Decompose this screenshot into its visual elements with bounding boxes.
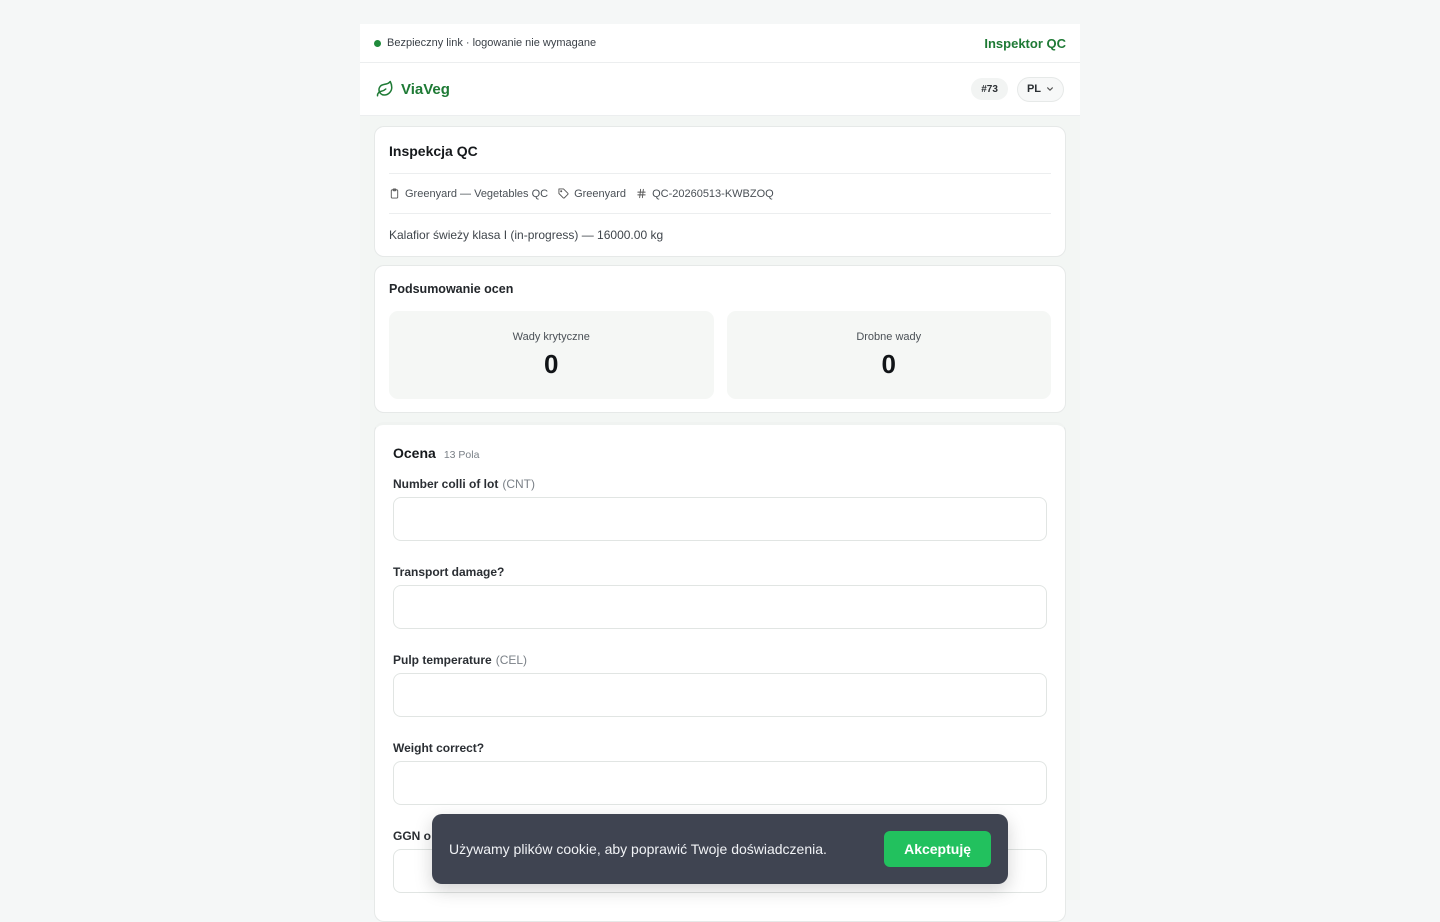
chevron-down-icon (1047, 87, 1053, 91)
clipboard-icon (390, 188, 399, 199)
field-transport-damage: Transport damage? (393, 561, 1047, 629)
user-role: Inspektor QC (984, 35, 1066, 51)
template-name: Greenyard — Vegetables QC (405, 187, 549, 200)
field-label-text: Number colli of lot (393, 477, 499, 491)
field-label: Weight correct? (393, 737, 1047, 759)
number-colli-input[interactable] (393, 497, 1047, 541)
app-header: ViaVeg #73 PL (360, 63, 1080, 116)
language-selector[interactable]: PL (1016, 76, 1064, 102)
status-dot-icon (374, 39, 381, 47)
summary-card: Podsumowanie ocen Wady krytyczne 0 Drobn… (374, 265, 1066, 413)
code-meta: QC-20260513-KWBZOQ (636, 188, 774, 200)
minor-defects-label: Drobne wady (856, 330, 922, 343)
client-meta: Greenyard (558, 188, 626, 200)
field-label: Pulp temperature (CEL) (393, 649, 1047, 671)
weight-correct-input[interactable] (393, 761, 1047, 805)
critical-defects-value: 0 (544, 348, 559, 379)
cookie-text: Używamy plików cookie, aby poprawić Twoj… (449, 841, 827, 857)
inspection-code: QC-20260513-KWBZOQ (652, 187, 774, 200)
accept-cookies-button[interactable]: Akceptuję (884, 831, 991, 867)
transport-damage-input[interactable] (393, 585, 1047, 629)
field-pulp-temperature: Pulp temperature (CEL) (393, 649, 1047, 717)
assessment-title: Ocena (393, 445, 436, 461)
page: Bezpieczny link · logowanie nie wymagane… (360, 24, 1080, 922)
inspection-title: Inspekcja QC (389, 143, 478, 159)
brand-logo[interactable]: ViaVeg (376, 80, 450, 98)
field-count: 13 Pola (443, 449, 480, 461)
field-label: Transport damage? (393, 561, 1047, 583)
hash-icon (637, 188, 646, 199)
critical-defects-stat: Wady krytyczne 0 (389, 311, 714, 399)
critical-defects-label: Wady krytyczne (512, 330, 590, 343)
template-meta: Greenyard — Vegetables QC (389, 188, 548, 200)
field-label-text: Weight correct? (393, 741, 485, 755)
cookie-banner: Używamy plików cookie, aby poprawić Twoj… (432, 814, 1008, 884)
header-actions: #73 PL (971, 76, 1064, 102)
field-number-colli: Number colli of lot (CNT) (393, 473, 1047, 541)
leaf-icon (376, 80, 393, 97)
field-label-text: Pulp temperature (393, 653, 492, 667)
field-unit: (CEL) (495, 653, 528, 667)
assessment-header: Ocena 13 Pola (393, 425, 1047, 473)
pulp-temperature-input[interactable] (393, 673, 1047, 717)
client-name: Greenyard (574, 187, 627, 200)
field-weight-correct: Weight correct? (393, 737, 1047, 805)
secure-link-text: Bezpieczny link · logowanie nie wymagane (387, 37, 597, 49)
minor-defects-stat: Drobne wady 0 (726, 311, 1051, 399)
field-label: Number colli of lot (CNT) (393, 473, 1047, 495)
inspection-card: Inspekcja QC Greenyard — Vegetables QC G… (374, 126, 1066, 257)
summary-stats: Wady krytyczne 0 Drobne wady 0 (389, 311, 1051, 399)
field-label-text: Transport damage? (393, 565, 505, 579)
language-value: PL (1026, 83, 1041, 95)
inspection-meta: Greenyard — Vegetables QC Greenyard QC-2… (389, 174, 1051, 213)
brand-name: ViaVeg (401, 80, 450, 98)
record-id-badge: #73 (971, 78, 1008, 100)
field-label-text: GGN o (393, 829, 431, 843)
summary-title: Podsumowanie ocen (389, 282, 514, 296)
minor-defects-value: 0 (881, 348, 896, 379)
field-unit: (CNT) (502, 477, 535, 491)
secure-link-bar: Bezpieczny link · logowanie nie wymagane… (360, 24, 1080, 63)
secure-link-notice: Bezpieczny link · logowanie nie wymagane (374, 37, 596, 49)
tag-icon (558, 188, 569, 199)
product-line: Kalafior świeży klasa I (in-progress) — … (389, 228, 664, 242)
